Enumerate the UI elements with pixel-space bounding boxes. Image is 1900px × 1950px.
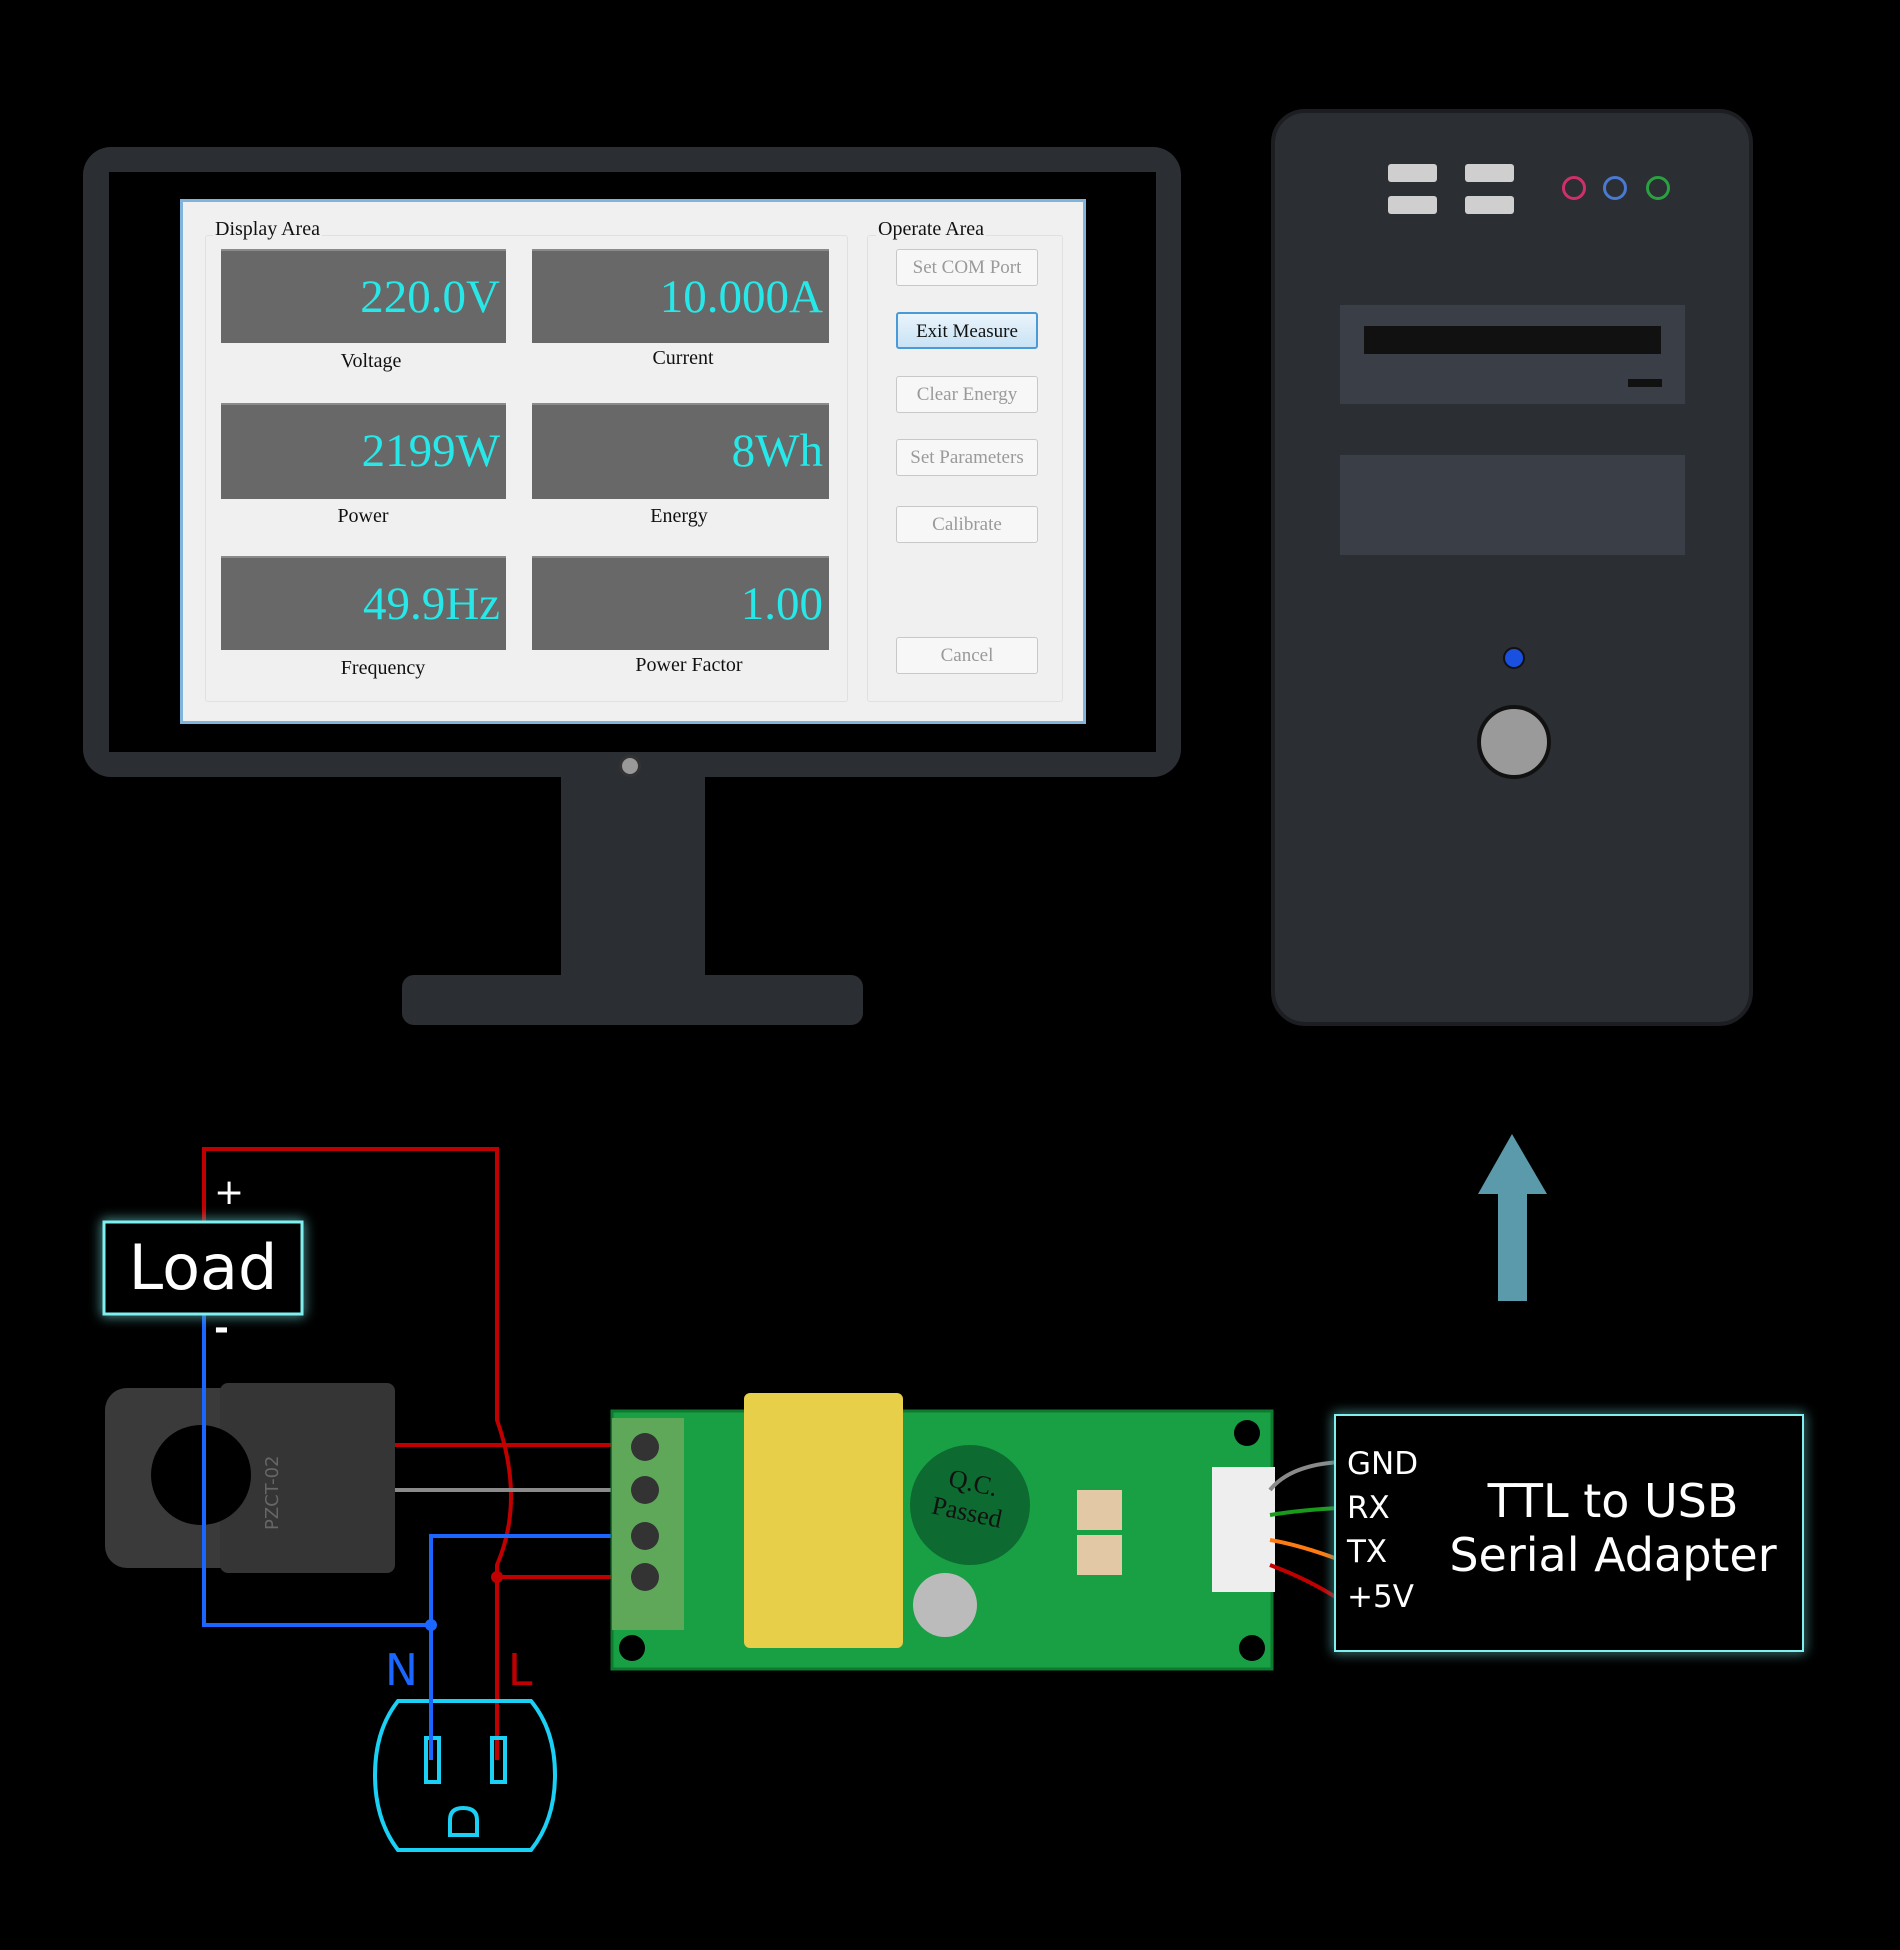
ct-model-label: PZCT-02: [262, 1455, 283, 1531]
pin-gnd-label: GND: [1347, 1446, 1419, 1482]
load-label: Load: [128, 1231, 278, 1304]
live-label: L: [508, 1645, 533, 1696]
minus-label: -: [214, 1308, 229, 1349]
adapter-title-line2: Serial Adapter: [1449, 1528, 1777, 1582]
current-transformer: [105, 1314, 395, 1625]
pin-5v-label: +5V: [1347, 1579, 1414, 1615]
junction-dot: [491, 1571, 503, 1583]
neutral-label: N: [385, 1645, 418, 1696]
pin-tx-label: TX: [1347, 1534, 1388, 1570]
plus-label: +: [214, 1172, 245, 1213]
wiring-diagram: [102, 1134, 1804, 1852]
pin-rx-label: RX: [1347, 1490, 1390, 1526]
adapter-title-line1: TTL to USB: [1487, 1474, 1739, 1528]
arrow-up-icon: [1478, 1134, 1547, 1301]
power-outlet-icon: [372, 1699, 558, 1852]
pzem-module-board: [610, 1393, 1275, 1671]
